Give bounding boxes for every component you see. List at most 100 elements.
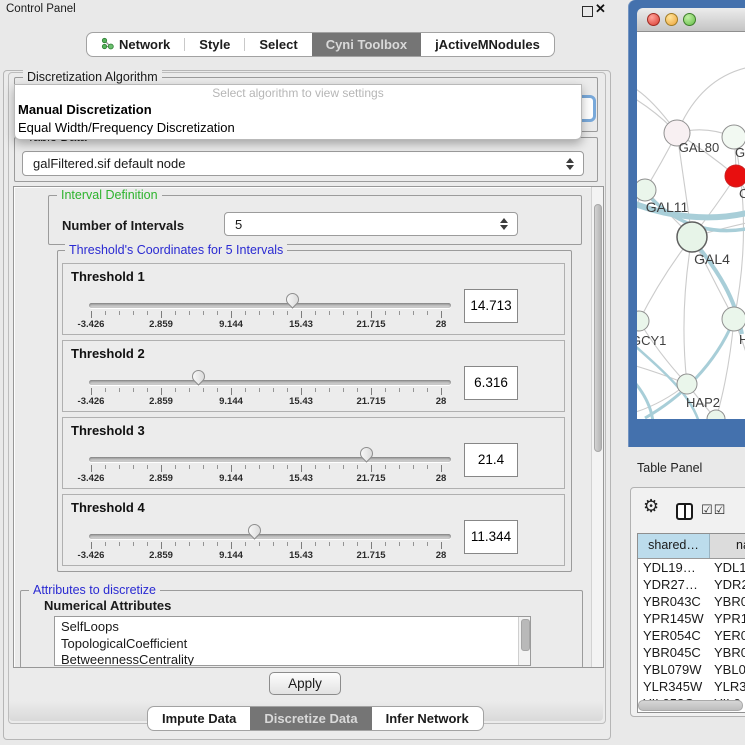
cell-name[interactable]: YER0 <box>710 627 745 644</box>
cell-shared-name[interactable]: YDL19… <box>638 559 710 576</box>
vertical-scrollbar[interactable] <box>591 187 603 667</box>
close-traffic-light[interactable] <box>647 13 660 26</box>
slider-track[interactable] <box>89 534 451 539</box>
tab-cyni-toolbox[interactable]: Cyni Toolbox <box>312 33 421 56</box>
tab-discretize-data[interactable]: Discretize Data <box>250 707 371 730</box>
slider-tick <box>203 311 204 315</box>
slider-scale-label: 21.715 <box>341 396 401 407</box>
slider-tick <box>189 311 190 315</box>
slider-tick <box>371 388 372 395</box>
list-scrollbar[interactable] <box>518 617 530 665</box>
slider-tick <box>441 311 442 318</box>
network-node[interactable] <box>637 311 649 331</box>
slider-track[interactable] <box>89 380 451 385</box>
scrollbar-thumb[interactable] <box>638 700 743 711</box>
table-row[interactable]: YBR043CYBR0 <box>638 593 745 610</box>
number-of-intervals-combobox[interactable]: 5 <box>224 212 518 236</box>
tab-style[interactable]: Style <box>185 33 244 56</box>
network-window-titlebar[interactable] <box>637 8 745 32</box>
slider-scale-label: 21.715 <box>341 550 401 561</box>
combo-stepper-icon[interactable] <box>497 218 511 230</box>
zoom-traffic-light[interactable] <box>683 13 696 26</box>
cell-name[interactable]: YPR1 <box>710 610 745 627</box>
threshold-value-field[interactable]: 21.4 <box>464 443 518 477</box>
split-columns-icon[interactable] <box>676 503 693 520</box>
node-label: GAL80 <box>679 140 719 155</box>
slider-tick <box>161 311 162 318</box>
slider-tick <box>203 542 204 546</box>
list-item[interactable]: BetweennessCentrality <box>61 652 530 666</box>
slider-tick <box>161 465 162 472</box>
cell-name[interactable]: YDR2 <box>710 576 745 593</box>
cell-name[interactable]: YBR0 <box>710 593 745 610</box>
minimize-traffic-light[interactable] <box>665 13 678 26</box>
dropdown-item-manual[interactable]: Manual Discretization <box>15 101 581 119</box>
cell-shared-name[interactable]: YER054C <box>638 627 710 644</box>
network-canvas[interactable]: GAL80 GA C GAL11 GAL4 GCY1 H HAP2 <box>637 32 745 419</box>
slider-tick <box>287 542 288 546</box>
float-panel-icon[interactable] <box>582 6 593 17</box>
slider-track[interactable] <box>89 303 451 308</box>
slider-tick <box>315 542 316 546</box>
slider-tick <box>217 542 218 546</box>
list-item[interactable]: TopologicalCoefficient <box>61 636 530 653</box>
close-icon[interactable]: ✕ <box>595 1 606 17</box>
slider-scale-label: 28 <box>411 473 471 484</box>
threshold-label: Threshold 4 <box>71 500 145 515</box>
slider-track[interactable] <box>89 457 451 462</box>
horizontal-scrollbar[interactable] <box>638 700 743 711</box>
table-row[interactable]: YDR27…YDR2 <box>638 576 745 593</box>
network-node-red[interactable] <box>725 165 745 187</box>
apply-button[interactable]: Apply <box>269 672 341 695</box>
table-row[interactable]: YPR145WYPR1 <box>638 610 745 627</box>
slider-tick <box>231 388 232 395</box>
table-body: YDL19…YDL1YDR27…YDR2YBR043CYBR0YPR145WYP… <box>638 559 745 712</box>
slider-tick <box>413 311 414 315</box>
table-data-combobox[interactable]: galFiltered.sif default node <box>22 151 584 176</box>
slider-tick <box>371 465 372 472</box>
network-node[interactable] <box>677 222 707 252</box>
scrollbar-thumb[interactable] <box>521 619 530 651</box>
tab-select[interactable]: Select <box>245 33 311 56</box>
slider-scale-label: -3.426 <box>61 319 121 330</box>
table-row[interactable]: YLR345WYLR3 <box>638 678 745 695</box>
node-label: H <box>739 332 745 347</box>
group-title: Attributes to discretize <box>29 583 160 597</box>
threshold-label: Threshold 2 <box>71 346 145 361</box>
list-item[interactable]: SelfLoops <box>61 619 530 636</box>
tab-network[interactable]: Network <box>87 33 184 56</box>
tab-impute-data[interactable]: Impute Data <box>148 707 250 730</box>
cell-shared-name[interactable]: YBR045C <box>638 644 710 661</box>
threshold-value-field[interactable]: 6.316 <box>464 366 518 400</box>
slider-tick <box>357 388 358 392</box>
checkbox-columns-icon[interactable]: ☑☑ <box>701 503 726 518</box>
table-row[interactable]: YDL19…YDL1 <box>638 559 745 576</box>
threshold-row: Threshold 1 -3.4262.8599.14415.4321.7152… <box>62 263 565 335</box>
cell-name[interactable]: YLR3 <box>710 678 745 695</box>
column-header-name[interactable]: na <box>710 534 745 558</box>
tab-infer-network[interactable]: Infer Network <box>372 707 483 730</box>
gear-icon[interactable]: ⚙ <box>643 498 659 516</box>
table-row[interactable]: YBR045CYBR0 <box>638 644 745 661</box>
threshold-value-field[interactable]: 14.713 <box>464 289 518 323</box>
cell-shared-name[interactable]: YDR27… <box>638 576 710 593</box>
combo-stepper-icon[interactable] <box>563 158 577 170</box>
cell-name[interactable]: YBL0 <box>710 661 745 678</box>
cell-shared-name[interactable]: YBL079W <box>638 661 710 678</box>
cell-name[interactable]: YBR0 <box>710 644 745 661</box>
threshold-value-field[interactable]: 11.344 <box>464 520 518 554</box>
cell-shared-name[interactable]: YBR043C <box>638 593 710 610</box>
cell-shared-name[interactable]: YLR345W <box>638 678 710 695</box>
dropdown-item-equal-width[interactable]: Equal Width/Frequency Discretization <box>15 119 581 137</box>
tab-jactivemnodules[interactable]: jActiveMNodules <box>421 33 554 56</box>
table-row[interactable]: YBL079WYBL0 <box>638 661 745 678</box>
table-row[interactable]: YER054CYER0 <box>638 627 745 644</box>
cell-shared-name[interactable]: YPR145W <box>638 610 710 627</box>
scrollbar-thumb[interactable] <box>594 204 602 452</box>
network-node[interactable] <box>637 179 656 201</box>
network-node[interactable] <box>722 307 745 331</box>
column-header-shared[interactable]: shared… <box>638 534 710 558</box>
cell-name[interactable]: YDL1 <box>710 559 745 576</box>
slider-tick <box>91 542 92 549</box>
network-node[interactable] <box>677 374 697 394</box>
